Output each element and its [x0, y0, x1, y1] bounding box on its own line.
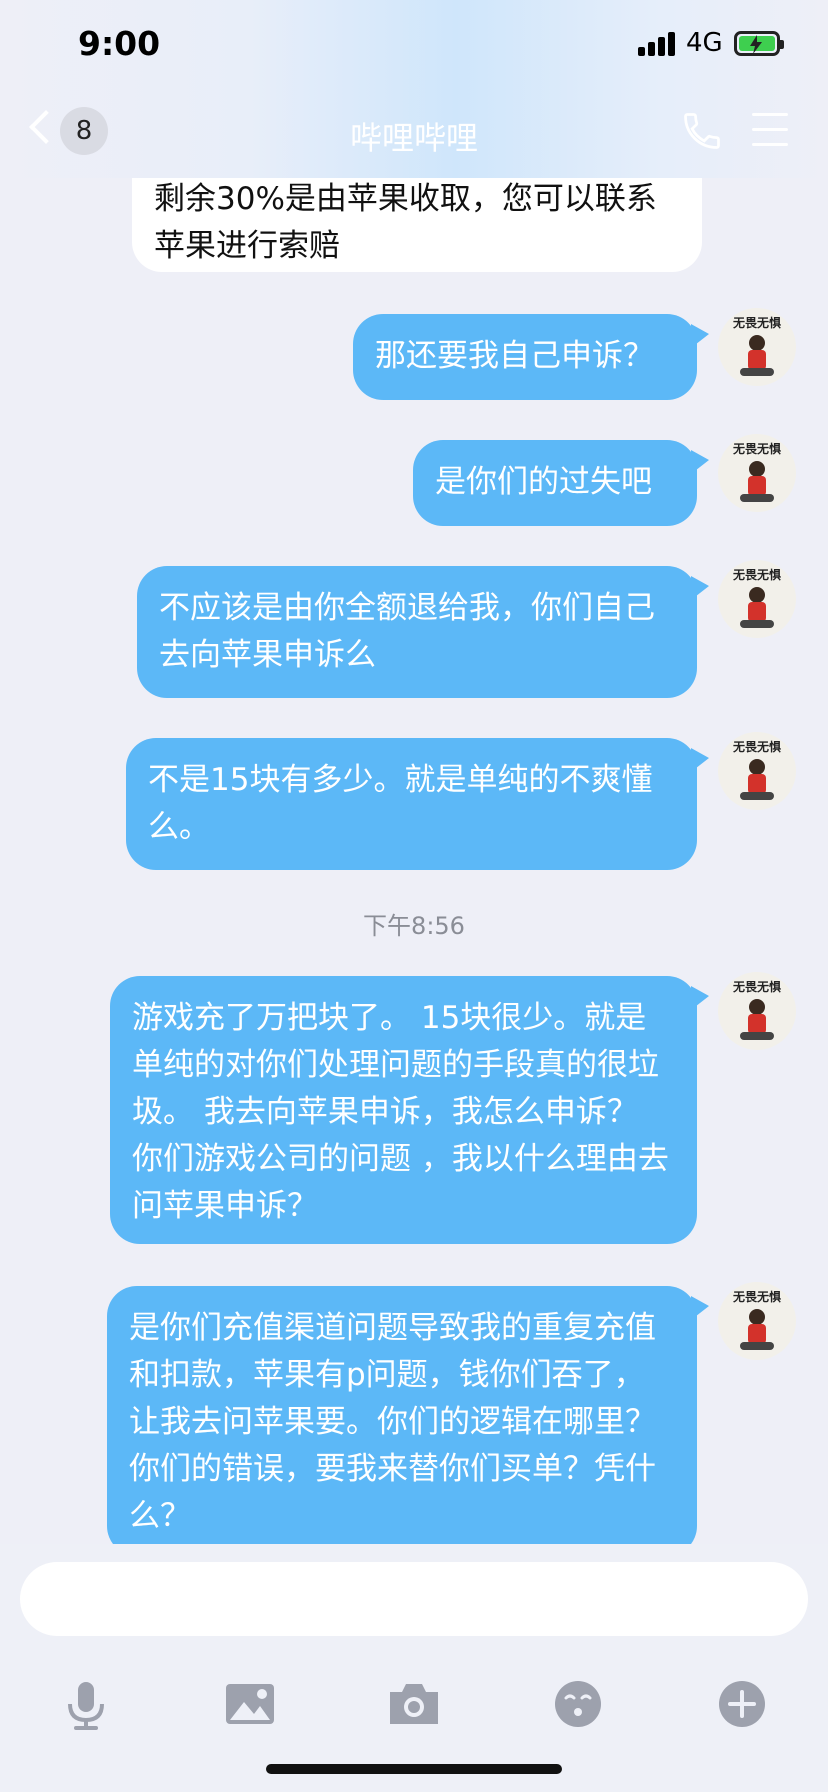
- message-bubble-outgoing[interactable]: 不应该是由你全额退给我，你们自己去向苹果申诉么: [137, 566, 709, 698]
- avatar-caption: 无畏无惧: [732, 567, 781, 582]
- status-time: 9:00: [78, 24, 161, 63]
- microphone-icon[interactable]: [58, 1676, 114, 1732]
- home-indicator: [266, 1764, 562, 1774]
- avatar-caption: 无畏无惧: [732, 441, 781, 456]
- avatar[interactable]: 无畏无惧: [718, 560, 796, 638]
- message-bubble-outgoing[interactable]: 是你们的过失吧: [413, 440, 709, 526]
- message-bubble-outgoing[interactable]: 那还要我自己申诉？: [353, 314, 709, 400]
- message-bubble-outgoing[interactable]: 游戏充了万把块了。 15块很少。就是单纯的对你们处理问题的手段真的很垃圾。 我去…: [110, 976, 709, 1244]
- status-bar: 9:00 4G: [0, 0, 828, 90]
- signal-icon: [638, 32, 678, 56]
- phone-icon[interactable]: [680, 109, 724, 153]
- header-area: 9:00 4G 8 哔哩哔哩: [0, 0, 828, 178]
- avatar[interactable]: 无畏无惧: [718, 434, 796, 512]
- image-icon[interactable]: [222, 1676, 278, 1732]
- avatar[interactable]: 无畏无惧: [718, 972, 796, 1050]
- avatar[interactable]: 无畏无惧: [718, 308, 796, 386]
- avatar[interactable]: 无畏无惧: [718, 1282, 796, 1360]
- plus-icon[interactable]: [714, 1676, 770, 1732]
- avatar[interactable]: 无畏无惧: [718, 732, 796, 810]
- emoji-icon[interactable]: [550, 1676, 606, 1732]
- avatar-caption: 无畏无惧: [732, 979, 781, 994]
- message-bubble-incoming[interactable]: 剩余30%是由苹果收取，您可以联系苹果进行索赔: [132, 178, 702, 272]
- message-bubble-outgoing[interactable]: 是你们充值渠道问题导致我的重复充值和扣款，苹果有p问题，钱你们吞了，让我去问苹果…: [107, 1286, 709, 1544]
- avatar-caption: 无畏无惧: [732, 739, 781, 754]
- message-timestamp: 下午8:56: [363, 912, 465, 940]
- chat-area[interactable]: 剩余30%是由苹果收取，您可以联系苹果进行索赔 那还要我自己申诉？ 无畏无惧 是…: [0, 178, 828, 1544]
- input-area: [0, 1544, 828, 1792]
- network-type: 4G: [686, 28, 723, 58]
- avatar-caption: 无畏无惧: [732, 315, 781, 330]
- camera-icon[interactable]: [386, 1676, 442, 1732]
- nav-bar: 8 哔哩哔哩: [0, 95, 828, 170]
- message-input[interactable]: [20, 1562, 808, 1636]
- menu-icon[interactable]: [752, 113, 788, 147]
- avatar-caption: 无畏无惧: [732, 1289, 781, 1304]
- battery-icon: [734, 31, 784, 56]
- message-bubble-outgoing[interactable]: 不是15块有多少。就是单纯的不爽懂么。: [126, 738, 709, 870]
